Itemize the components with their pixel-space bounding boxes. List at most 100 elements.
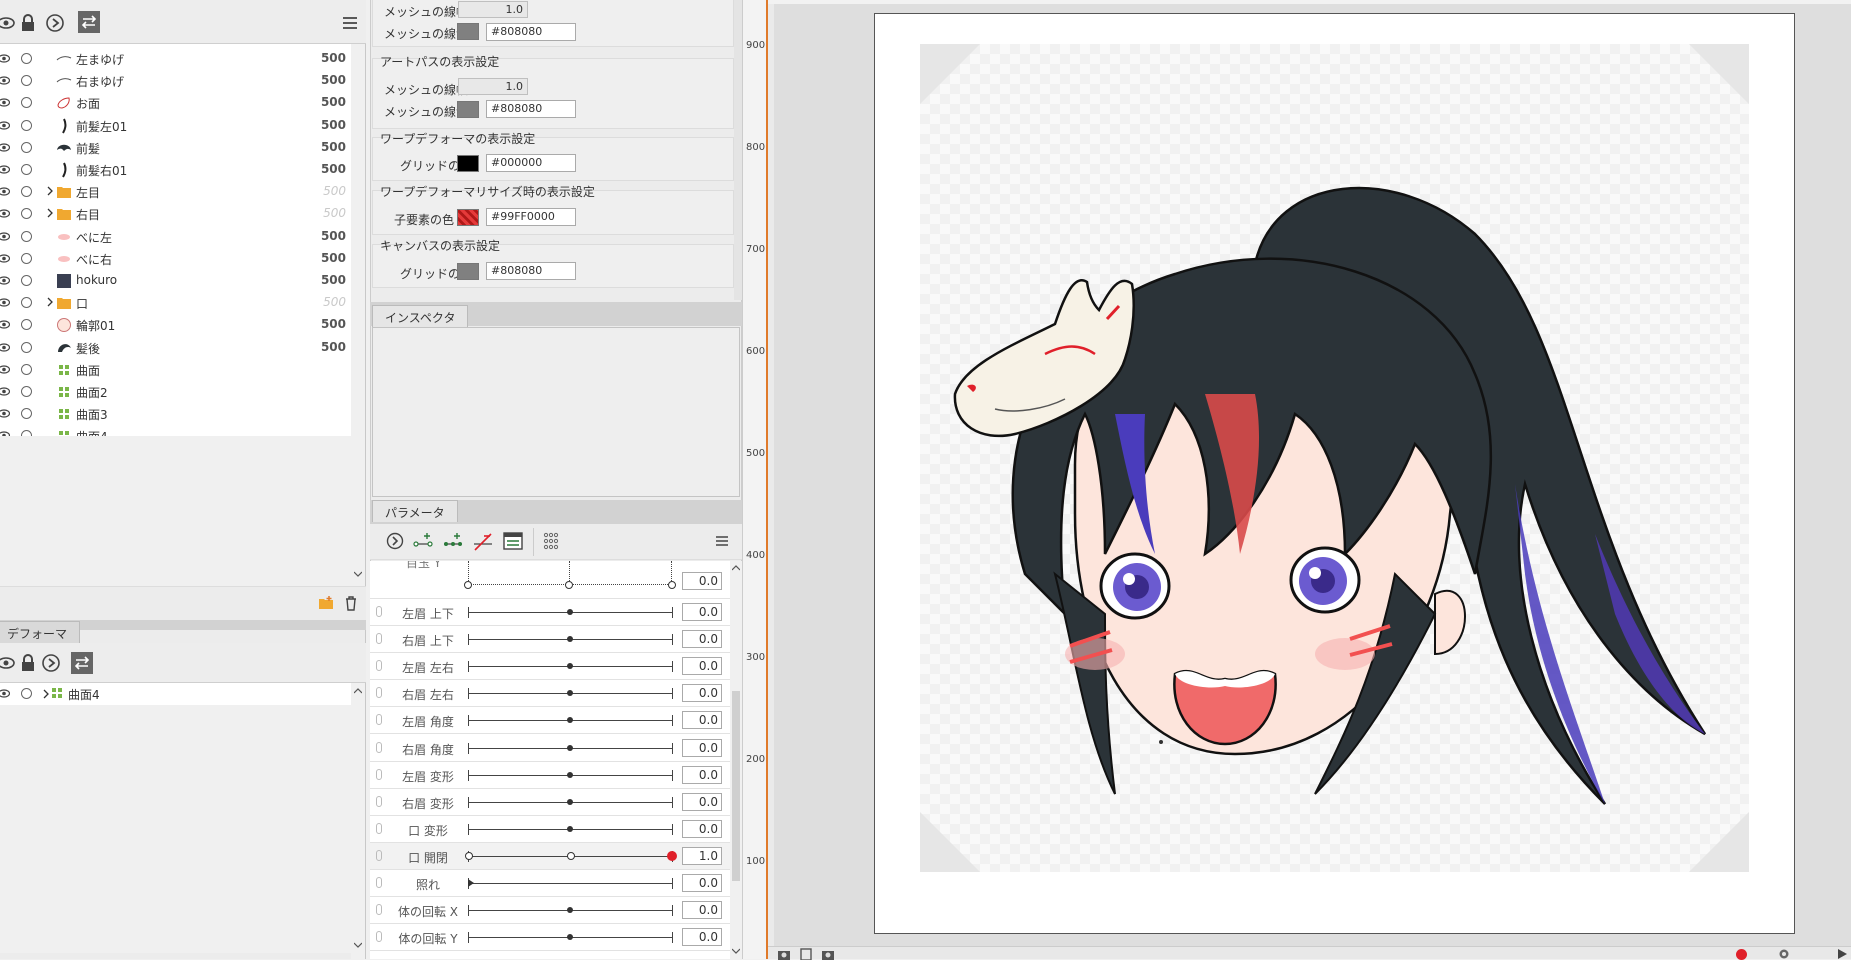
parameter-slider-knob[interactable] (567, 744, 573, 751)
swap-icon[interactable] (78, 11, 100, 33)
eye-icon[interactable] (0, 98, 10, 107)
play-icon[interactable] (1836, 948, 1848, 960)
swap-icon[interactable] (71, 652, 93, 674)
part-row[interactable]: お面 500 (0, 92, 352, 114)
parameter-slider-knob[interactable] (567, 663, 573, 670)
parameter-row[interactable]: 口 開閉 1.0 (370, 842, 730, 870)
part-row[interactable]: 曲面 (0, 359, 352, 381)
clip-icon[interactable] (376, 849, 382, 861)
parameter-row[interactable]: 右眉 角度 0.0 (370, 734, 730, 762)
parameter-value[interactable]: 1.0 (682, 846, 722, 865)
chevron-up-icon[interactable] (732, 564, 740, 572)
eye-icon[interactable] (0, 187, 10, 196)
play-circle-icon[interactable] (45, 13, 65, 33)
copy-image-icon[interactable] (799, 948, 813, 960)
parts-scrollbar[interactable] (351, 44, 365, 586)
chevron-right-icon[interactable] (46, 185, 54, 197)
chevron-right-icon[interactable] (42, 689, 50, 699)
parameter-slider-knob[interactable] (567, 825, 573, 832)
lock-toggle[interactable] (21, 252, 32, 264)
lock-toggle[interactable] (21, 75, 32, 87)
artpath-width-field[interactable]: 1.0 (458, 78, 528, 95)
part-row[interactable]: 左目 500 (0, 181, 352, 203)
parameter-value[interactable]: 0.0 (682, 765, 722, 784)
lock-icon[interactable] (18, 653, 38, 673)
lock-toggle[interactable] (21, 208, 32, 220)
eye-icon[interactable] (0, 120, 10, 130)
eye-icon[interactable] (0, 409, 10, 418)
parameter-slider-knob[interactable] (567, 907, 573, 914)
parameter-row[interactable]: 体の回転 Y 0.0 (370, 924, 730, 952)
artboard[interactable] (874, 13, 1795, 934)
camera-icon[interactable] (777, 948, 791, 960)
lock-toggle[interactable] (21, 97, 32, 109)
lock-toggle[interactable] (21, 141, 32, 153)
parameter-row[interactable]: 左眉 変形 0.0 (370, 761, 730, 789)
settings-scrollbar[interactable] (734, 0, 742, 300)
parameter-value[interactable]: 0.0 (682, 684, 722, 703)
chevron-down-icon[interactable] (354, 941, 362, 949)
parameter-key[interactable] (465, 851, 473, 860)
canvas-view[interactable] (766, 0, 1851, 960)
clip-icon[interactable] (376, 633, 382, 645)
chevron-down-icon[interactable] (732, 947, 740, 955)
parameter-value[interactable]: 0.0 (682, 738, 722, 757)
eye-icon[interactable] (0, 320, 10, 329)
model-character[interactable] (875, 14, 1796, 935)
lock-toggle[interactable] (21, 341, 32, 353)
parameter-slider-knob[interactable] (567, 636, 573, 643)
parameter-slider-knob[interactable] (567, 934, 573, 941)
chevron-right-icon[interactable] (46, 207, 54, 219)
trash-icon[interactable] (343, 595, 359, 611)
parameter-slider-knob[interactable] (567, 771, 573, 778)
clip-icon[interactable] (376, 931, 382, 943)
canvas-grid-swatch[interactable] (457, 263, 479, 280)
warp-grid-hex[interactable]: #000000 (486, 154, 576, 172)
gear-icon[interactable] (1778, 948, 1790, 960)
tab-parameters[interactable]: パラメータ (372, 500, 458, 522)
part-row[interactable]: 輪郭01 500 (0, 314, 352, 336)
clip-icon[interactable] (376, 714, 382, 726)
parameter-slider-knob[interactable] (468, 879, 474, 887)
parameter-row[interactable]: 右眉 左右 0.0 (370, 680, 730, 708)
artpath-color-swatch[interactable] (457, 101, 479, 118)
part-row[interactable]: 右まゆげ 500 (0, 70, 352, 92)
parameter-value[interactable]: 0.0 (682, 711, 722, 730)
eye-icon[interactable] (0, 76, 10, 85)
parameter-slider-knob[interactable] (667, 850, 677, 861)
canvas-grid-hex[interactable]: #808080 (486, 262, 576, 280)
mesh-color-swatch[interactable] (457, 23, 479, 40)
parameter-scrollbar[interactable] (730, 561, 742, 959)
parameter-value[interactable]: 0.0 (682, 603, 722, 621)
parameter-scroll-thumb[interactable] (732, 691, 740, 881)
clip-icon[interactable] (376, 904, 382, 916)
camera-settings-icon[interactable] (821, 948, 835, 960)
eye-icon[interactable] (0, 13, 16, 33)
parameter-value[interactable]: 0.0 (682, 928, 722, 947)
clip-icon[interactable] (376, 660, 382, 672)
part-row[interactable]: 右目 500 (0, 203, 352, 225)
parameter-row[interactable]: 右眉 上下 0.0 (370, 626, 730, 654)
parameter-value[interactable]: 0.0 (682, 874, 722, 892)
chevron-up-icon[interactable] (354, 687, 362, 695)
part-row[interactable]: 前髪左01 500 (0, 115, 352, 137)
eye-icon[interactable] (0, 298, 10, 307)
parameter-value[interactable]: 0.0 (682, 792, 722, 811)
delete-key-icon[interactable] (472, 530, 494, 552)
parameter-slider-knob[interactable] (567, 690, 573, 697)
deformer-scrollbar[interactable] (351, 683, 365, 959)
lock-toggle[interactable] (21, 119, 32, 131)
parameter-row[interactable]: 体の回転 X 0.0 (370, 897, 730, 925)
child-color-hex[interactable]: #99FF0000 (486, 208, 576, 226)
part-row[interactable]: hokuro 500 (0, 270, 352, 292)
lock-toggle[interactable] (21, 363, 32, 375)
parameter-key[interactable] (565, 581, 573, 589)
mesh-width-field[interactable]: 1.0 (458, 1, 528, 18)
eye-icon[interactable] (0, 54, 10, 63)
parameter-slider-knob[interactable] (567, 609, 573, 615)
part-row[interactable]: 曲面3 (0, 403, 352, 425)
menu-icon[interactable] (340, 13, 360, 33)
eye-icon[interactable] (0, 387, 10, 396)
parameter-value[interactable]: 0.0 (682, 657, 722, 676)
eye-icon[interactable] (0, 653, 16, 673)
